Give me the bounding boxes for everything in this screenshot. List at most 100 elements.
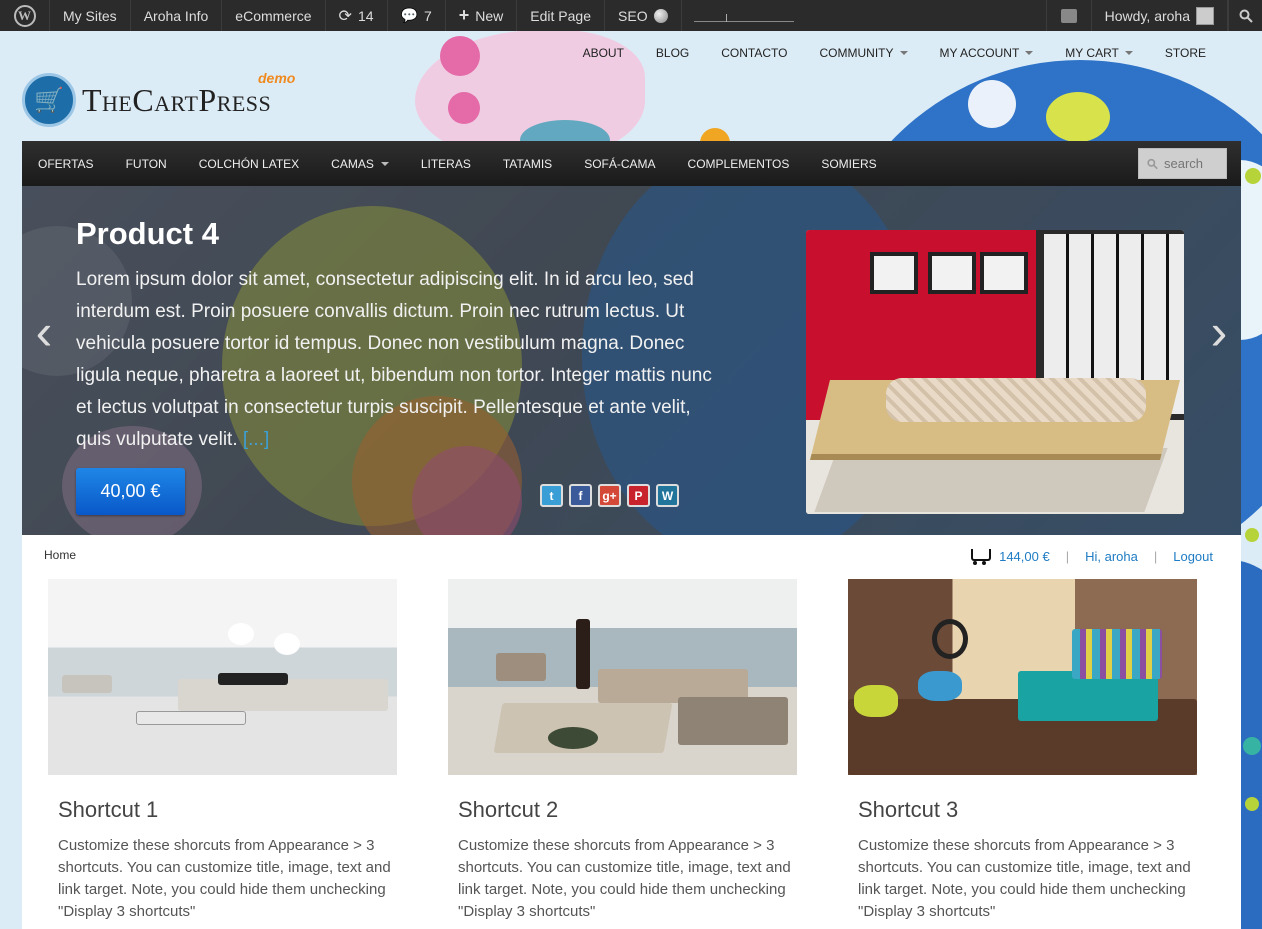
avatar [1196,6,1214,25]
shortcut-3-text: Customize these shorcuts from Appearance… [858,837,1191,920]
category-item-2[interactable]: COLCHÓN LATEX [183,141,315,186]
greeting-link[interactable]: Hi, aroha [1085,549,1138,564]
seo-status-icon [653,8,668,23]
shortcut-3: Shortcut 3 Customize these shorcuts from… [848,579,1197,923]
shortcut-3-image[interactable] [848,579,1197,775]
top-menu-label: MY CART [1065,46,1119,60]
ecommerce-label: eCommerce [235,7,312,24]
new-label: New [475,7,504,24]
category-label: TATAMIS [502,156,553,171]
category-item-1[interactable]: FUTON [110,141,183,186]
top-menu-item-about[interactable]: ABOUT [567,42,640,64]
top-menu-label: COMMUNITY [819,46,894,60]
price-button[interactable]: 40,00 € [76,468,185,515]
category-item-4[interactable]: LITERAS [405,141,487,186]
search-input[interactable] [1164,156,1226,171]
updates-button[interactable]: ⟳ 14 [326,0,388,31]
ecommerce-button[interactable]: eCommerce [222,0,326,31]
social-share-icons: t f g+ P W [540,484,679,507]
shortcuts: Shortcut 1 Customize these shorcuts from… [48,579,1197,923]
plus-icon: + [458,5,470,25]
shortcut-2-text: Customize these shorcuts from Appearance… [458,837,791,920]
notification-icon [1060,8,1077,23]
logout-link[interactable]: Logout [1173,549,1213,564]
updates-count: 14 [357,7,374,24]
caret-down-icon [899,51,908,55]
wordpress-logo-button[interactable]: W [0,0,50,31]
shortcut-2-title[interactable]: Shortcut 2 [448,797,797,823]
category-label: SOFÁ-CAMA [584,156,656,171]
shortcut-1: Shortcut 1 Customize these shorcuts from… [48,579,397,923]
wordpress-icon: W [13,4,36,27]
slider-prev-arrow[interactable]: ‹ [28,307,60,357]
shortcut-2-image[interactable] [448,579,797,775]
top-menu-label: CONTACTO [721,46,788,60]
top-menu-item-community[interactable]: COMMUNITY [804,42,924,64]
cart-total[interactable]: 144,00 € [999,549,1050,564]
category-label: FUTON [125,156,167,171]
account-menu-button[interactable]: Howdy, aroha [1092,0,1228,31]
product-image[interactable] [806,230,1184,514]
admin-search-button[interactable] [1228,0,1262,31]
top-menu-label: BLOG [655,46,690,60]
top-menu-item-store[interactable]: STORE [1149,42,1222,64]
category-item-6[interactable]: SOFÁ-CAMA [568,141,671,186]
search-icon [1239,9,1253,23]
twitter-icon[interactable]: t [540,484,563,507]
shortcut-1-image[interactable] [48,579,397,775]
edit-page-label: Edit Page [530,7,592,24]
seo-button[interactable]: SEO [605,0,682,31]
slider-next-arrow[interactable]: › [1203,307,1235,357]
refresh-icon: ⟳ [338,7,352,25]
read-more-link[interactable]: [...] [243,429,269,450]
category-item-5[interactable]: TATAMIS [487,141,568,186]
category-item-0[interactable]: OFERTAS [22,141,110,186]
category-label: OFERTAS [38,156,94,171]
category-item-8[interactable]: SOMIERS [805,141,892,186]
category-item-7[interactable]: COMPLEMENTOS [672,141,806,186]
comments-button[interactable]: 💬 7 [388,0,446,31]
site-name-button[interactable]: Aroha Info [131,0,223,31]
site-name-label: Aroha Info [143,7,209,24]
logo-demo-label: demo [258,70,296,86]
edit-page-button[interactable]: Edit Page [517,0,606,31]
caret-down-icon [1025,51,1034,55]
search-icon [1147,158,1158,169]
caret-down-icon [380,161,389,166]
my-sites-button[interactable]: My Sites [50,0,131,31]
top-menu-item-blog[interactable]: BLOG [640,42,705,64]
breadcrumb: Home [44,548,76,562]
new-content-button[interactable]: + New [446,0,518,31]
shortcut-3-title[interactable]: Shortcut 3 [848,797,1197,823]
admin-bar-slider[interactable] [693,10,794,22]
breadcrumb-home[interactable]: Home [44,548,76,562]
logo-text: TheCartPress [82,81,272,118]
category-label: SOMIERS [821,156,877,171]
notifications-button[interactable] [1045,0,1092,31]
category-label: LITERAS [420,156,471,171]
site-logo[interactable]: 🛒 TheCartPress demo [22,70,295,128]
my-sites-label: My Sites [63,7,117,24]
cart-logo-icon: 🛒 [22,73,76,127]
seo-label: SEO [618,7,648,24]
pinterest-icon[interactable]: P [627,484,650,507]
search-box[interactable] [1138,148,1227,179]
top-menu-label: ABOUT [582,46,624,60]
top-menu-label: STORE [1164,46,1206,60]
caret-down-icon [1124,51,1133,55]
facebook-icon[interactable]: f [569,484,592,507]
shortcut-1-text: Customize these shorcuts from Appearance… [58,837,391,920]
google-plus-icon[interactable]: g+ [598,484,621,507]
category-label: COLCHÓN LATEX [198,156,300,171]
wordpress-icon[interactable]: W [656,484,679,507]
comments-count: 7 [423,7,432,24]
slide-title[interactable]: Product 4 [76,216,219,252]
slide-description: Lorem ipsum dolor sit amet, consectetur … [76,264,716,456]
top-menu-item-my-cart[interactable]: MY CART [1049,42,1149,64]
shortcut-1-title[interactable]: Shortcut 1 [48,797,397,823]
category-item-3[interactable]: CAMAS [315,141,405,186]
cart-icon[interactable] [967,546,992,566]
comment-icon: 💬 [400,7,418,23]
top-menu-item-my-account[interactable]: MY ACCOUNT [924,42,1050,64]
top-menu-item-contacto[interactable]: CONTACTO [705,42,803,64]
